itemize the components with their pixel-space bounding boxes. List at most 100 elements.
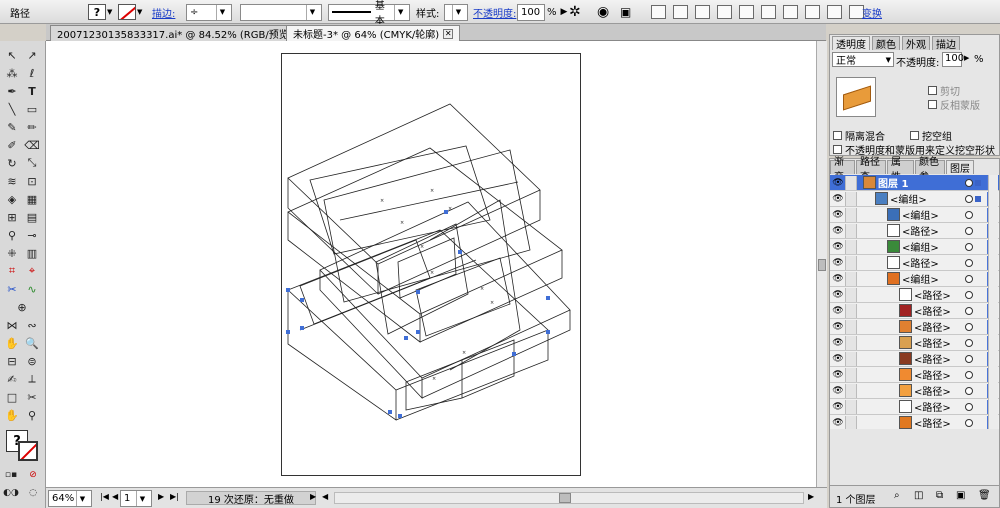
perspective-grid-tool-icon[interactable]: ▦	[23, 191, 41, 207]
recolor-icon[interactable]: ✲	[569, 3, 581, 21]
lock-toggle[interactable]	[845, 239, 857, 254]
lock-toggle[interactable]	[845, 367, 857, 382]
invert-mask-checkbox[interactable]: 反相蒙版	[928, 97, 980, 112]
layers-scrollbar[interactable]	[988, 175, 998, 429]
distribute-vcenter-icon[interactable]	[805, 5, 820, 19]
magic-wand-tool-icon[interactable]: ⁂	[3, 65, 21, 81]
blob-brush-tool-icon[interactable]: ✐	[3, 137, 21, 153]
lock-toggle[interactable]	[845, 207, 857, 222]
target-circle-icon[interactable]	[965, 322, 973, 331]
rotate-tool-icon[interactable]: ↻	[3, 155, 21, 171]
layer-row[interactable]: 👁 图层 1	[830, 175, 999, 191]
opacity-mask-checkbox[interactable]: 不透明度和蒙版用来定义挖空形状	[833, 142, 995, 157]
screen-mode-icon[interactable]: ◌	[24, 485, 42, 501]
layer-row[interactable]: 👁 <路径>	[830, 367, 999, 383]
lock-toggle[interactable]	[845, 271, 857, 286]
visibility-eye-icon[interactable]: 👁	[831, 272, 845, 286]
none-mode-icon[interactable]: ⊘	[24, 467, 42, 483]
knife-tool-icon[interactable]: ∿	[23, 281, 41, 297]
lock-toggle[interactable]	[845, 223, 857, 238]
align-to-icon[interactable]: ▣	[620, 3, 631, 21]
style-select[interactable]: ▼	[444, 3, 468, 21]
opacity-arrow-icon[interactable]: ▶	[561, 7, 568, 17]
align-left-icon[interactable]	[651, 5, 666, 19]
type-tool-icon[interactable]: T	[23, 83, 41, 99]
zoom-select[interactable]: 64% ▼	[48, 490, 92, 507]
align-hcenter-icon[interactable]	[673, 5, 688, 19]
target-circle-icon[interactable]	[965, 242, 973, 251]
align-top-icon[interactable]	[717, 5, 732, 19]
tab-layers[interactable]: 图层	[946, 160, 974, 175]
layer-row[interactable]: 👁 <路径>	[830, 399, 999, 415]
lasso-tool-icon[interactable]: ℓ	[23, 65, 41, 81]
tab-color-guide[interactable]: 颜色参	[915, 157, 945, 183]
target-circle-icon[interactable]	[965, 226, 973, 235]
hand-tool-icon[interactable]: ✋	[3, 335, 21, 351]
shape-builder-tool-icon[interactable]: ◈	[3, 191, 21, 207]
new-sublayer-icon[interactable]: ⧉	[936, 490, 943, 501]
vertical-scrollbar[interactable]	[816, 41, 827, 487]
width-tool-icon[interactable]: ⋈	[3, 317, 21, 333]
tab-attributes[interactable]: 属性	[887, 157, 914, 183]
lock-toggle[interactable]	[845, 399, 857, 414]
status-menu-icon[interactable]: ▶	[310, 492, 316, 501]
layer-row[interactable]: 👁 <路径>	[830, 319, 999, 335]
prev-page-icon[interactable]: ◀	[112, 492, 118, 501]
draw-mode-icon[interactable]: ◐◑	[2, 485, 20, 501]
hscroll-left-icon[interactable]: ◀	[322, 492, 328, 501]
blend-tool-icon[interactable]: ⊸	[23, 227, 41, 243]
layer-row[interactable]: 👁 <编组>	[830, 239, 999, 255]
align-vcenter-icon[interactable]	[739, 5, 754, 19]
layer-row[interactable]: 👁 <路径>	[830, 303, 999, 319]
tab-appearance[interactable]: 外观	[902, 36, 930, 51]
layer-row[interactable]: 👁 <路径>	[830, 255, 999, 271]
pencil-tool-icon[interactable]: ✏	[23, 119, 41, 135]
target-circle-icon[interactable]	[965, 210, 973, 219]
tab-color[interactable]: 颜色	[872, 36, 900, 51]
eyedropper2-tool-icon[interactable]: ✍	[3, 371, 21, 387]
lock-toggle[interactable]	[845, 191, 857, 206]
measure-tool-icon[interactable]: ⟂	[23, 371, 41, 387]
target-circle-icon[interactable]	[965, 338, 973, 347]
align-bottom-icon[interactable]	[761, 5, 776, 19]
align-right-icon[interactable]	[695, 5, 710, 19]
visibility-eye-icon[interactable]: 👁	[831, 320, 845, 334]
visibility-eye-icon[interactable]: 👁	[831, 368, 845, 382]
gradient-tool-icon[interactable]: ▤	[23, 209, 41, 225]
line-tool-icon[interactable]: ╲	[3, 101, 21, 117]
layer-row[interactable]: 👁 <路径>	[830, 415, 999, 429]
scissors2-tool-icon[interactable]: ✂	[23, 389, 41, 405]
variable-width-select[interactable]: ▼	[240, 3, 322, 21]
visibility-eye-icon[interactable]: 👁	[831, 256, 845, 270]
lock-toggle[interactable]	[845, 319, 857, 334]
twirl-tool-icon[interactable]: ∾	[23, 317, 41, 333]
tab-gradient[interactable]: 渐变	[830, 157, 855, 183]
warp-tool-icon[interactable]: ≋	[3, 173, 21, 189]
tab-stroke[interactable]: 描边	[932, 36, 960, 51]
horizontal-scrollbar[interactable]	[334, 492, 804, 504]
first-page-icon[interactable]: |◀	[100, 492, 109, 501]
stroke-label[interactable]: 描边:	[152, 3, 175, 21]
visibility-eye-icon[interactable]: 👁	[831, 352, 845, 366]
layer-row[interactable]: 👁 <路径>	[830, 223, 999, 239]
delete-layer-icon[interactable]: 🗑	[978, 490, 991, 501]
visibility-eye-icon[interactable]: 👁	[831, 288, 845, 302]
visibility-eye-icon[interactable]: 👁	[831, 176, 845, 190]
lock-toggle[interactable]	[845, 287, 857, 302]
visibility-eye-icon[interactable]: 👁	[831, 224, 845, 238]
make-clipping-mask-icon[interactable]: ◫	[914, 490, 923, 501]
distribute-bottom-icon[interactable]	[827, 5, 842, 19]
layer-row[interactable]: 👁 <编组>	[830, 271, 999, 287]
page-select[interactable]: 1 ▼	[120, 490, 152, 507]
new-layer-icon[interactable]: ▣	[956, 490, 965, 501]
lock-toggle[interactable]	[845, 415, 857, 429]
stroke-color-swatch[interactable]	[18, 441, 38, 461]
direct-selection-tool-icon[interactable]: ↗	[23, 47, 41, 63]
target-circle-icon[interactable]	[965, 290, 973, 299]
layer-row[interactable]: 👁 <编组>	[830, 207, 999, 223]
visibility-eye-icon[interactable]: 👁	[831, 336, 845, 350]
visibility-eye-icon[interactable]: 👁	[831, 192, 845, 206]
tab-document-1[interactable]: 20071230135833317.ai* @ 84.52% (RGB/预览) …	[50, 25, 314, 41]
target-circle-icon[interactable]	[965, 258, 973, 267]
pen-tool-icon[interactable]: ✒	[3, 83, 21, 99]
